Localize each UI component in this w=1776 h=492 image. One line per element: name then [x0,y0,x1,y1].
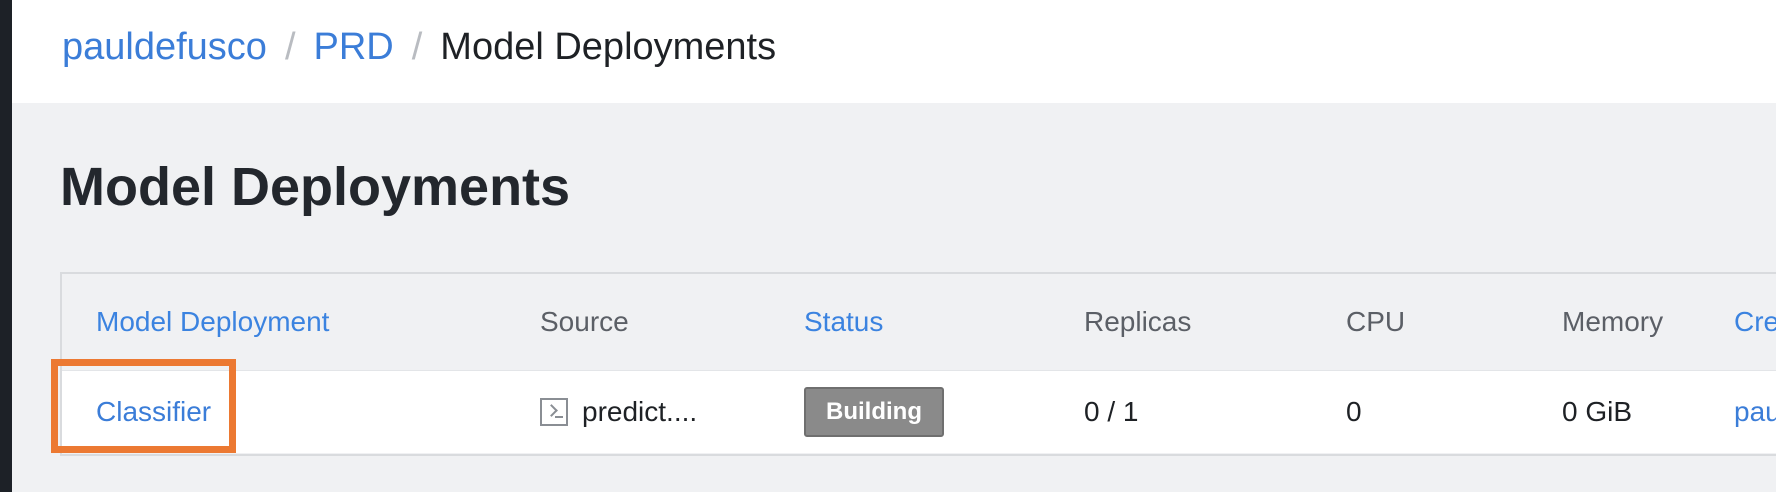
replicas-value: 0 / 1 [1084,396,1139,427]
status-badge: Building [804,387,944,437]
column-header-replicas: Replicas [1084,306,1192,337]
source-file: predict.... [582,396,698,427]
breadcrumb-current: Model Deployments [440,26,777,68]
memory-value: 0 GiB [1562,396,1633,427]
window-left-edge [0,0,12,492]
breadcrumb-separator: / [284,26,296,68]
column-header-status[interactable]: Status [804,274,883,370]
cpu-value: 0 [1346,396,1362,427]
table-header-row: Model Deployment Source Status Replicas … [62,274,1776,370]
column-header-model-deployment[interactable]: Model Deployment [96,274,329,370]
column-header-memory: Memory [1562,306,1664,337]
breadcrumb-separator: / [411,26,423,68]
terminal-icon [540,398,568,426]
column-header-source: Source [540,306,629,337]
column-header-created-by[interactable]: Cre [1734,274,1776,370]
created-by-link[interactable]: pau [1734,396,1776,428]
deployment-name-link[interactable]: Classifier [96,396,211,428]
table-row: Classifier predict.... Building 0 / 1 0 … [62,370,1776,453]
breadcrumb-project-link[interactable]: PRD [314,26,394,68]
status-cell: Building [804,371,944,453]
column-header-cpu: CPU [1346,306,1406,337]
top-bar: pauldefusco / PRD / Model Deployments [12,0,1776,103]
source-cell: predict.... [540,371,697,453]
deployments-table: Model Deployment Source Status Replicas … [60,272,1776,456]
breadcrumb-user-link[interactable]: pauldefusco [62,26,267,68]
page-title: Model Deployments [60,157,571,217]
breadcrumb: pauldefusco / PRD / Model Deployments [62,22,776,72]
